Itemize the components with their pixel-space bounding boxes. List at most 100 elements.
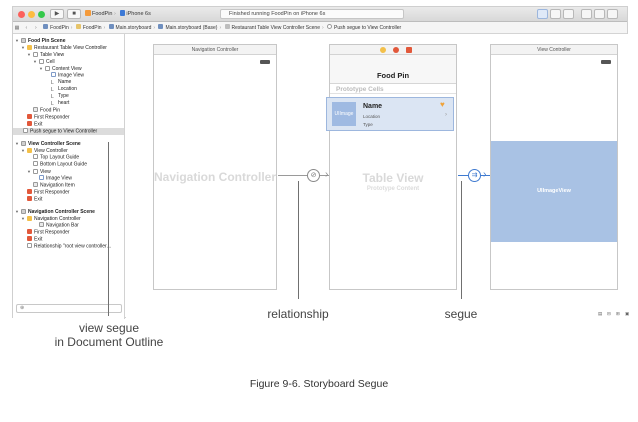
outline-row-label: heart <box>58 100 70 106</box>
app-icon <box>85 10 91 16</box>
debug-area-toggle-button[interactable] <box>594 9 605 19</box>
outline-row-selected-segue[interactable]: Push segue to View Controller <box>13 128 124 135</box>
zoom-in-icon[interactable]: ⊞ <box>616 311 620 317</box>
outline-row-label: First Responder <box>34 229 70 236</box>
exit-icon <box>27 196 32 201</box>
cell-name-label: Name <box>363 103 383 110</box>
outline-row[interactable]: First Responder <box>27 229 70 236</box>
outline-row[interactable]: ▼ Restaurant Table View Controller <box>21 44 107 51</box>
breadcrumb-storyboard-base[interactable]: Main.storyboard (Base) › <box>156 22 221 33</box>
cell-icon <box>39 58 44 64</box>
breadcrumb-scene[interactable]: Restaurant Table View Controller Scene › <box>223 22 324 33</box>
outline-row-label: Push segue to View Controller <box>30 128 98 135</box>
view-controller-scene[interactable]: View Controller UIImageView <box>490 44 618 290</box>
outline-row[interactable]: L Type <box>51 93 69 100</box>
outline-row[interactable]: ▼ Navigation Controller Scene <box>15 208 95 215</box>
outline-row[interactable]: ▼ Cell <box>33 58 55 65</box>
first-responder-icon[interactable] <box>393 47 399 53</box>
scene-icon <box>21 208 26 214</box>
xcode-window: ▶ ■ FoodPin › iPhone 6s Finished running… <box>12 6 629 319</box>
table-view-controller-scene[interactable]: Food Pin Prototype Cells UIImage Name Lo… <box>326 44 457 290</box>
breadcrumb-segue[interactable]: Push segue to View Controller <box>325 22 401 33</box>
outline-row[interactable]: Exit <box>27 121 42 128</box>
table-view-placeholder-label: Table View <box>362 171 424 185</box>
scene-dock: Navigation Controller <box>154 45 276 55</box>
prototype-cells-header: Prototype Cells <box>336 86 384 93</box>
outline-row[interactable]: Navigation Item <box>33 182 75 189</box>
navigator-toggle-button[interactable] <box>581 9 592 19</box>
related-items-icon[interactable]: ▦ <box>13 22 21 33</box>
view-controller-icon[interactable] <box>380 47 386 53</box>
outline-row[interactable]: Bottom Layout Guide <box>33 161 87 168</box>
back-button[interactable]: ‹ <box>22 22 30 33</box>
close-window-button[interactable] <box>18 11 25 18</box>
version-editor-button[interactable] <box>563 9 574 19</box>
outline-row[interactable]: L Name <box>51 79 71 86</box>
outline-filter-field[interactable]: ⊕ <box>16 304 122 313</box>
breadcrumb-project[interactable]: FoodPin › <box>41 22 72 33</box>
outline-row[interactable]: Image View <box>51 72 84 79</box>
outline-row[interactable]: Exit <box>27 196 42 203</box>
exit-icon[interactable] <box>406 47 412 53</box>
outline-row[interactable]: ▼ View Controller Scene <box>15 140 81 147</box>
utilities-toggle-button[interactable] <box>607 9 618 19</box>
outline-row-label: Image View <box>58 72 85 79</box>
scene-title: View Controller <box>537 47 571 53</box>
callout-line-view-segue <box>108 142 109 316</box>
storyboard-canvas[interactable]: Navigation Controller Navigation Control… <box>126 34 629 319</box>
outline-row[interactable]: ▼ View Controller <box>21 147 68 154</box>
arrowhead-icon: › <box>483 169 487 180</box>
outline-row[interactable]: ▼ Navigation Controller <box>21 215 81 222</box>
cell-image-label: UIImage <box>334 111 354 117</box>
image-view[interactable]: UIImageView <box>491 141 617 242</box>
table-view-icon <box>33 51 38 57</box>
divider <box>330 93 456 94</box>
outline-row[interactable]: ▼ Food Pin Scene <box>15 37 66 44</box>
prototype-cell[interactable]: UIImage Name Location Type ♥ › <box>326 97 454 131</box>
scene-dock <box>330 45 456 55</box>
minimize-window-button[interactable] <box>28 11 35 18</box>
outline-row[interactable]: First Responder <box>27 114 70 121</box>
stop-button[interactable]: ■ <box>67 9 81 19</box>
outline-row[interactable]: Image View <box>39 175 72 182</box>
cell-location-label: Location <box>363 114 381 119</box>
callout-view-segue-text: view segue <box>78 321 140 335</box>
outline-row-label: Top Layout Guide <box>40 154 80 161</box>
breadcrumb-group[interactable]: FoodPin › <box>74 22 105 33</box>
exit-icon <box>27 121 32 126</box>
outline-row[interactable]: Food Pin <box>33 107 60 114</box>
outline-row-label: Location <box>58 86 77 92</box>
outline-row-label: Exit <box>34 121 43 128</box>
outline-row-label: Exit <box>34 236 43 243</box>
outline-row[interactable]: Exit <box>27 236 42 243</box>
outline-row[interactable]: Top Layout Guide <box>33 154 79 161</box>
outline-row-label: Name <box>58 79 72 85</box>
outline-row-label: Navigation Bar <box>46 222 79 229</box>
disclosure-chevron-icon: › <box>445 112 447 118</box>
push-segue-icon[interactable]: ⇉ <box>468 169 481 182</box>
outline-row[interactable]: L Location <box>51 86 77 93</box>
assistant-editor-button[interactable] <box>550 9 561 19</box>
outline-row[interactable]: Lheart <box>51 100 69 107</box>
standard-editor-button[interactable] <box>537 9 548 19</box>
zoom-actual-icon[interactable]: ⊟ <box>607 311 611 317</box>
outline-row[interactable]: ▼ Table View <box>27 51 64 58</box>
zoom-out-icon[interactable]: ▤ <box>598 311 602 317</box>
relationship-segue-icon[interactable]: ⊘ <box>307 169 320 182</box>
run-button[interactable]: ▶ <box>50 9 64 19</box>
outline-row-label: Navigation Item <box>40 182 75 189</box>
outline-row[interactable]: Relationship "root view controller… <box>27 243 112 250</box>
zoom-window-button[interactable] <box>38 11 45 18</box>
resolve-layout-icon[interactable]: ▣ <box>625 311 629 317</box>
forward-button[interactable]: › <box>32 22 40 33</box>
outline-row[interactable]: ▼ Content View <box>39 65 82 72</box>
scheme-selector[interactable]: FoodPin › iPhone 6s <box>85 9 151 19</box>
outline-row[interactable]: First Responder <box>27 189 70 196</box>
scene-icon <box>21 140 26 146</box>
toolbar: ▶ ■ FoodPin › iPhone 6s Finished running… <box>13 7 627 22</box>
navigation-controller-scene[interactable]: Navigation Controller Navigation Control… <box>153 44 277 290</box>
outline-row[interactable]: ▼ View <box>27 168 51 175</box>
label-icon: L <box>51 79 54 86</box>
outline-row[interactable]: Navigation Bar <box>39 222 79 229</box>
breadcrumb-storyboard[interactable]: Main.storyboard › <box>107 22 155 33</box>
